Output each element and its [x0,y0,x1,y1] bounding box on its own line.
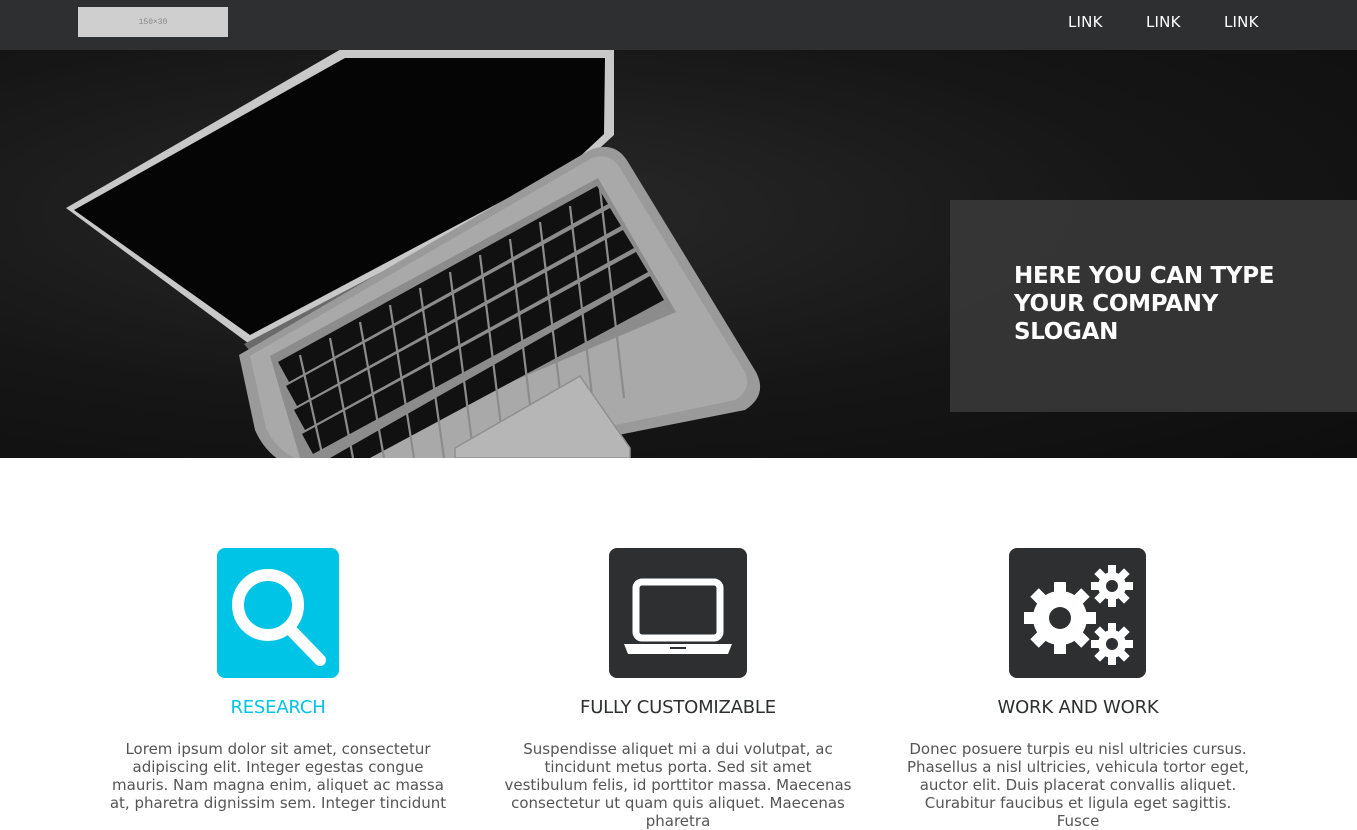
company-slogan: HERE YOU CAN TYPE YOUR COMPANY SLOGAN [1014,263,1275,345]
laptop-icon [624,578,732,654]
logo-placeholder[interactable]: 150×30 [78,7,228,37]
feature-title-research: RESEARCH [230,697,326,718]
nav-link-1[interactable]: LINK [1068,13,1103,31]
hero-banner: HERE YOU CAN TYPE YOUR COMPANY SLOGAN [0,50,1357,458]
feature-text-work: Donec posuere turpis eu nisl ultricies c… [907,740,1249,830]
search-icon [232,569,326,666]
feature-title-customizable: FULLY CUSTOMIZABLE [580,697,776,718]
feature-text-customizable: Suspendisse aliquet mi a dui volutpat, a… [504,740,852,830]
feature-title-work: WORK AND WORK [997,697,1159,718]
slogan-panel: HERE YOU CAN TYPE YOUR COMPANY SLOGAN [950,200,1357,412]
gears-icon [1023,565,1133,665]
nav-link-2[interactable]: LINK [1146,13,1181,31]
laptop-icon-tile [609,548,747,678]
research-icon-tile [217,548,339,678]
feature-text-research: Lorem ipsum dolor sit amet, consectetur … [109,740,447,812]
gears-icon-tile [1009,548,1146,678]
navbar: 150×30 LINK LINK LINK [0,0,1357,50]
nav-link-3[interactable]: LINK [1224,13,1259,31]
